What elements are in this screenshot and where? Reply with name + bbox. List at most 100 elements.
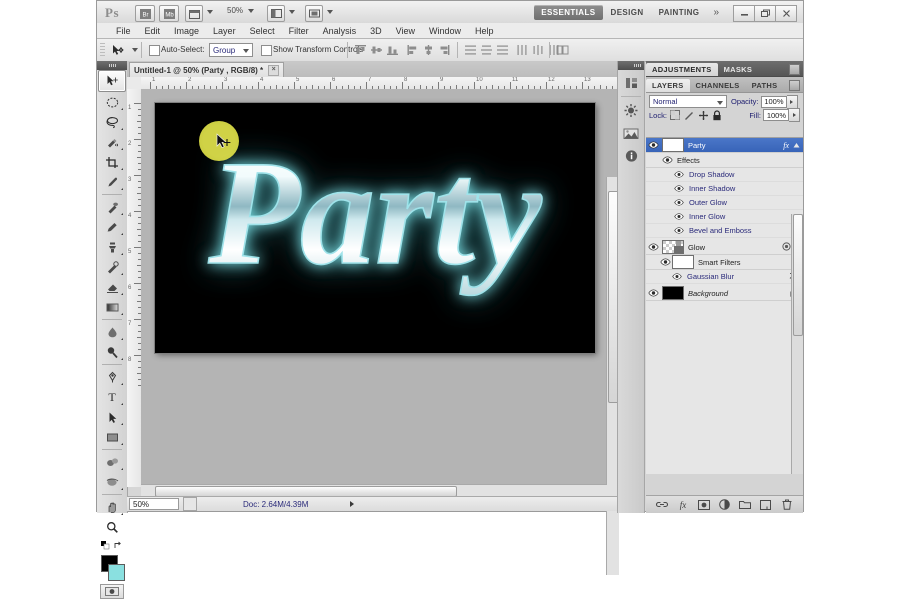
tool-quick-selection[interactable] [99,132,125,152]
screen-mode-button[interactable] [305,5,323,22]
tool-dodge[interactable] [99,342,125,362]
adjustments-panel-menu-button[interactable] [789,64,803,76]
menu-filter[interactable]: Filter [282,24,316,38]
workspace-tab-design[interactable]: DESIGN [604,5,651,20]
document-tab[interactable]: Untitled-1 @ 50% (Party , RGB/8) * × [129,62,285,77]
tool-rectangle-shape[interactable] [99,427,125,447]
menu-layer[interactable]: Layer [206,24,243,38]
filter-visibility-toggle-gaussian-blur[interactable] [670,270,684,284]
menu-analysis[interactable]: Analysis [316,24,364,38]
tool-pen[interactable] [99,367,125,387]
document-close-icon[interactable]: × [268,64,280,76]
show-transform-controls-checkbox[interactable] [261,45,272,56]
tool-eyedropper[interactable] [99,172,125,192]
menu-window[interactable]: Window [422,24,468,38]
tool-move[interactable] [98,70,126,92]
tab-masks[interactable]: MASKS [718,63,759,76]
status-resize-grip[interactable] [183,497,197,511]
layer-thumbnail-party[interactable]: T [662,138,684,152]
lock-all-icon[interactable] [712,109,723,121]
workspace-tab-essentials[interactable]: ESSENTIALS [534,5,603,20]
effect-row-drop-shadow[interactable]: Drop Shadow [646,168,803,182]
background-color-swatch[interactable] [108,564,125,581]
auto-align-layers-button[interactable] [555,43,570,57]
tool-eraser[interactable] [99,277,125,297]
tool-history-brush[interactable] [99,257,125,277]
add-layer-style-icon[interactable]: fx [677,498,690,511]
menu-edit[interactable]: Edit [138,24,168,38]
tool-hand[interactable] [99,497,125,517]
menu-select[interactable]: Select [243,24,282,38]
tool-type[interactable]: T [99,387,125,407]
tool-path-selection[interactable] [99,407,125,427]
adjustments-panel-icon[interactable] [620,100,642,120]
effect-visibility-toggle-drop-shadow[interactable] [672,168,686,182]
layer-row-smart-filters[interactable]: Smart Filters [646,255,803,270]
blend-mode-dropdown[interactable]: Normal [649,95,727,108]
opacity-stepper[interactable] [786,94,798,109]
launch-bridge-button[interactable]: Br [135,5,155,22]
layer-thumbnail-background[interactable] [662,286,684,300]
align-left-edges-button[interactable] [405,43,420,57]
toolbox-grip[interactable] [97,61,127,70]
layer-visibility-toggle-background[interactable] [646,286,660,300]
tab-paths[interactable]: PATHS [746,79,784,92]
align-top-edges-button[interactable] [353,43,368,57]
launch-mini-bridge-button[interactable]: Mb [159,5,179,22]
tool-brush[interactable] [99,217,125,237]
move-tool-icon[interactable] [111,44,125,57]
layers-vscroll-thumb[interactable] [793,214,803,336]
color-panel-icon[interactable] [620,73,642,93]
distribute-left-edges-button[interactable] [515,43,530,57]
opacity-field[interactable]: 100% [760,95,787,108]
fill-stepper[interactable] [789,108,800,122]
tool-zoom[interactable] [99,517,125,537]
tool-gradient[interactable] [99,297,125,317]
auto-select-scope-dropdown[interactable]: Group [209,43,253,57]
layer-row-background[interactable]: Background [646,286,803,301]
restore-button[interactable] [754,5,776,22]
add-layer-mask-icon[interactable] [697,498,710,511]
options-bar-grip[interactable] [100,43,105,57]
tool-blur[interactable] [99,322,125,342]
layers-panel-menu-button[interactable] [789,80,803,92]
fill-field[interactable]: 100% [763,109,789,121]
align-right-edges-button[interactable] [437,43,452,57]
rail-collapse-button[interactable] [618,61,644,70]
layer-visibility-toggle-party[interactable] [646,138,660,152]
auto-select-checkbox[interactable] [149,45,160,56]
align-bottom-edges-button[interactable] [385,43,400,57]
layer-list[interactable]: T Party fx Effects Drop Shadow Inner Sha… [646,137,803,474]
menu-image[interactable]: Image [167,24,206,38]
layer-visibility-toggle-effects[interactable] [660,153,674,167]
histogram-panel-icon[interactable] [620,123,642,143]
link-layers-icon[interactable] [656,498,669,511]
lock-image-pixels-icon[interactable] [684,110,695,121]
screen-mode-chevron-down-icon[interactable] [327,10,333,14]
zoom-level-selector[interactable]: 50% [227,6,255,15]
swap-colors-icon[interactable] [114,541,123,550]
workspace-more-icon[interactable]: » [707,7,725,18]
close-button[interactable] [775,5,797,22]
tab-layers[interactable]: LAYERS [646,79,690,92]
menu-file[interactable]: File [109,24,138,38]
tool-crop[interactable] [99,152,125,172]
distribute-top-edges-button[interactable] [463,43,478,57]
distribute-bottom-edges-button[interactable] [495,43,510,57]
layer-row-glow[interactable]: Glow [646,240,803,255]
status-chevron-right-icon[interactable] [348,500,356,508]
quick-mask-mode-button[interactable] [100,584,124,599]
effect-row-outer-glow[interactable]: Outer Glow [646,196,803,210]
layer-effects-collapse-icon-party[interactable] [793,141,803,150]
canvas-area[interactable]: Party [141,89,619,575]
menu-view[interactable]: View [389,24,422,38]
tool-spot-healing-brush[interactable] [99,197,125,217]
minimize-button[interactable] [733,5,755,22]
tool-clone-stamp[interactable] [99,237,125,257]
tool-lasso[interactable] [99,112,125,132]
lock-transparent-pixels-icon[interactable] [670,110,681,121]
status-zoom-field[interactable]: 50% [129,498,179,510]
effect-row-inner-shadow[interactable]: Inner Shadow [646,182,803,196]
arrange-chevron-down-icon[interactable] [289,10,295,14]
smart-filter-mask-thumbnail[interactable] [672,255,694,269]
